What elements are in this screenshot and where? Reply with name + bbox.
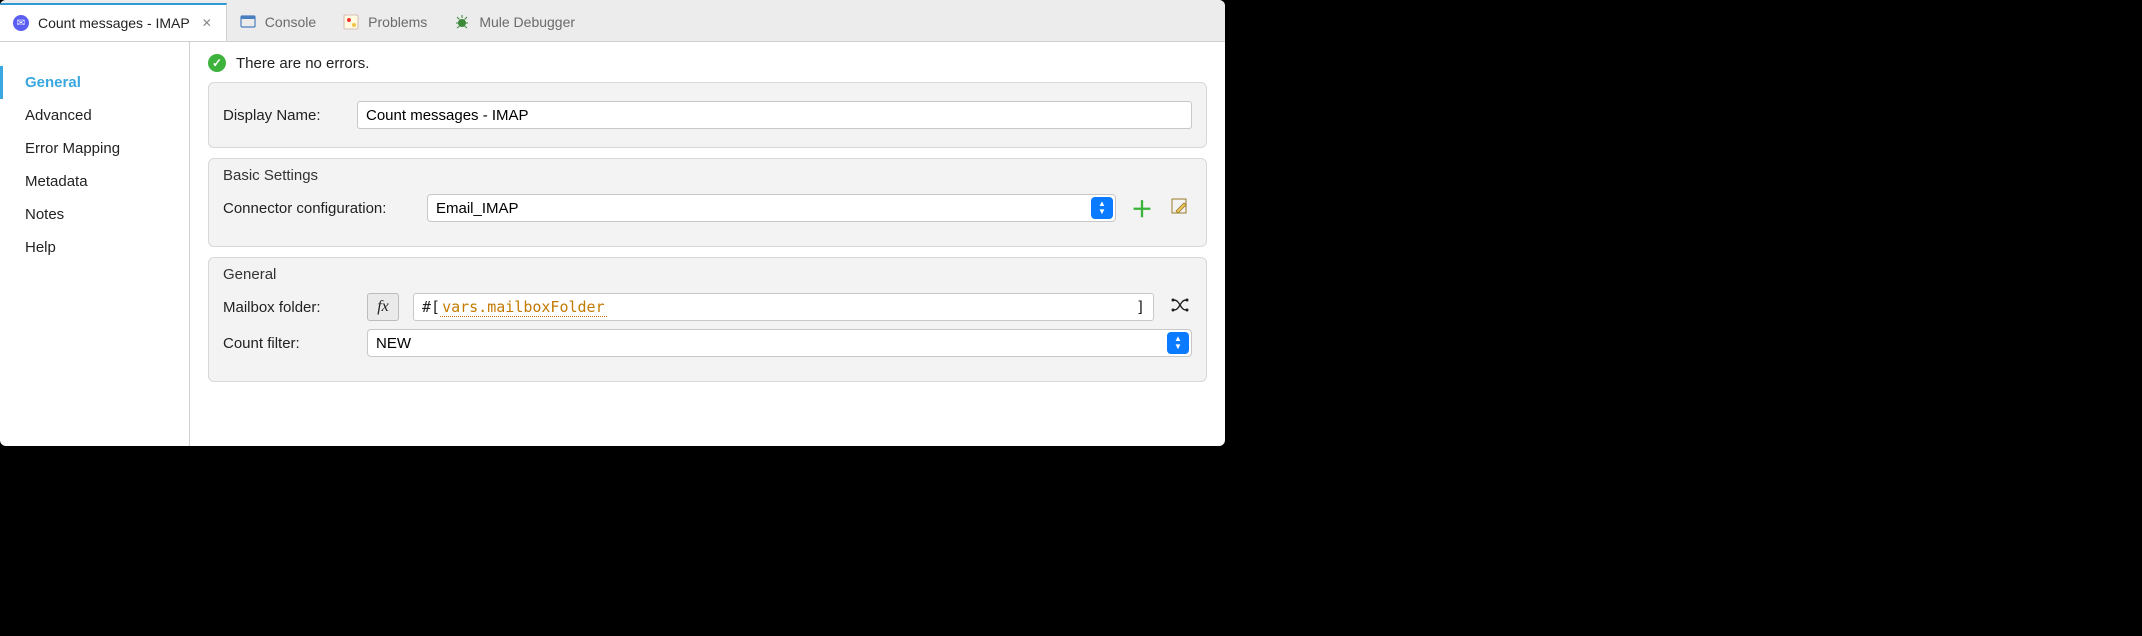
- problems-icon: [342, 13, 360, 31]
- expression-mode-button[interactable]: fx: [367, 293, 399, 321]
- basic-settings-title: Basic Settings: [223, 167, 1192, 184]
- expression-prefix: #[: [422, 298, 440, 316]
- mailbox-folder-input[interactable]: #[ vars.mailboxFolder ]: [413, 293, 1154, 321]
- sidebar-item-label: Advanced: [25, 107, 92, 124]
- tab-count-messages-imap[interactable]: ✉ Count messages - IMAP ✕: [0, 3, 227, 41]
- properties-panel: ✉ Count messages - IMAP ✕ Console Proble…: [0, 0, 1225, 446]
- count-filter-select[interactable]: [367, 329, 1192, 357]
- edit-icon: [1171, 198, 1189, 219]
- sidebar-item-label: Help: [25, 239, 56, 256]
- display-name-input[interactable]: [357, 101, 1192, 129]
- connector-config-label: Connector configuration:: [223, 200, 413, 217]
- tab-label: Mule Debugger: [479, 14, 575, 30]
- tab-label: Problems: [368, 14, 427, 30]
- envelope-icon: ✉: [12, 14, 30, 32]
- sidebar-item-advanced[interactable]: Advanced: [0, 99, 189, 132]
- tab-problems[interactable]: Problems: [330, 3, 441, 41]
- display-name-label: Display Name:: [223, 107, 343, 124]
- map-icon: [1170, 296, 1190, 319]
- plus-icon: ＋: [1131, 192, 1153, 224]
- add-config-button[interactable]: ＋: [1130, 196, 1154, 220]
- sidebar-item-general[interactable]: General: [0, 66, 189, 99]
- sidebar: General Advanced Error Mapping Metadata …: [0, 42, 190, 446]
- general-group: General Mailbox folder: fx #[ vars.mailb…: [208, 257, 1207, 382]
- mailbox-folder-label: Mailbox folder:: [223, 299, 353, 316]
- sidebar-item-metadata[interactable]: Metadata: [0, 165, 189, 198]
- display-name-group: Display Name:: [208, 82, 1207, 148]
- connector-config-select[interactable]: [427, 194, 1116, 222]
- close-icon[interactable]: ✕: [202, 16, 212, 30]
- console-icon: [239, 13, 257, 31]
- connector-config-select-wrap[interactable]: ▲▼: [427, 194, 1116, 222]
- basic-settings-group: Basic Settings Connector configuration: …: [208, 158, 1207, 247]
- edit-config-button[interactable]: [1168, 196, 1192, 220]
- expression-suffix: ]: [1136, 298, 1145, 316]
- count-filter-label: Count filter:: [223, 335, 353, 352]
- count-filter-select-wrap[interactable]: ▲▼: [367, 329, 1192, 357]
- status-text: There are no errors.: [236, 55, 369, 72]
- map-expression-button[interactable]: [1168, 295, 1192, 319]
- sidebar-item-notes[interactable]: Notes: [0, 198, 189, 231]
- fx-icon: fx: [377, 298, 389, 316]
- sidebar-item-label: Error Mapping: [25, 140, 120, 157]
- tab-console[interactable]: Console: [227, 3, 330, 41]
- status-row: ✓ There are no errors.: [208, 54, 1207, 72]
- sidebar-item-label: Metadata: [25, 173, 88, 190]
- sidebar-item-help[interactable]: Help: [0, 231, 189, 264]
- main-panel: ✓ There are no errors. Display Name: Bas…: [190, 42, 1225, 446]
- sidebar-item-label: General: [25, 74, 81, 91]
- check-icon: ✓: [208, 54, 226, 72]
- general-title: General: [223, 266, 1192, 283]
- tab-mule-debugger[interactable]: Mule Debugger: [441, 3, 589, 41]
- editor-tabstrip: ✉ Count messages - IMAP ✕ Console Proble…: [0, 0, 1225, 42]
- expression-variable: vars.mailboxFolder: [440, 298, 607, 317]
- sidebar-item-label: Notes: [25, 206, 64, 223]
- sidebar-item-error-mapping[interactable]: Error Mapping: [0, 132, 189, 165]
- tab-label: Console: [265, 14, 316, 30]
- bug-icon: [453, 13, 471, 31]
- tab-label: Count messages - IMAP: [38, 15, 190, 31]
